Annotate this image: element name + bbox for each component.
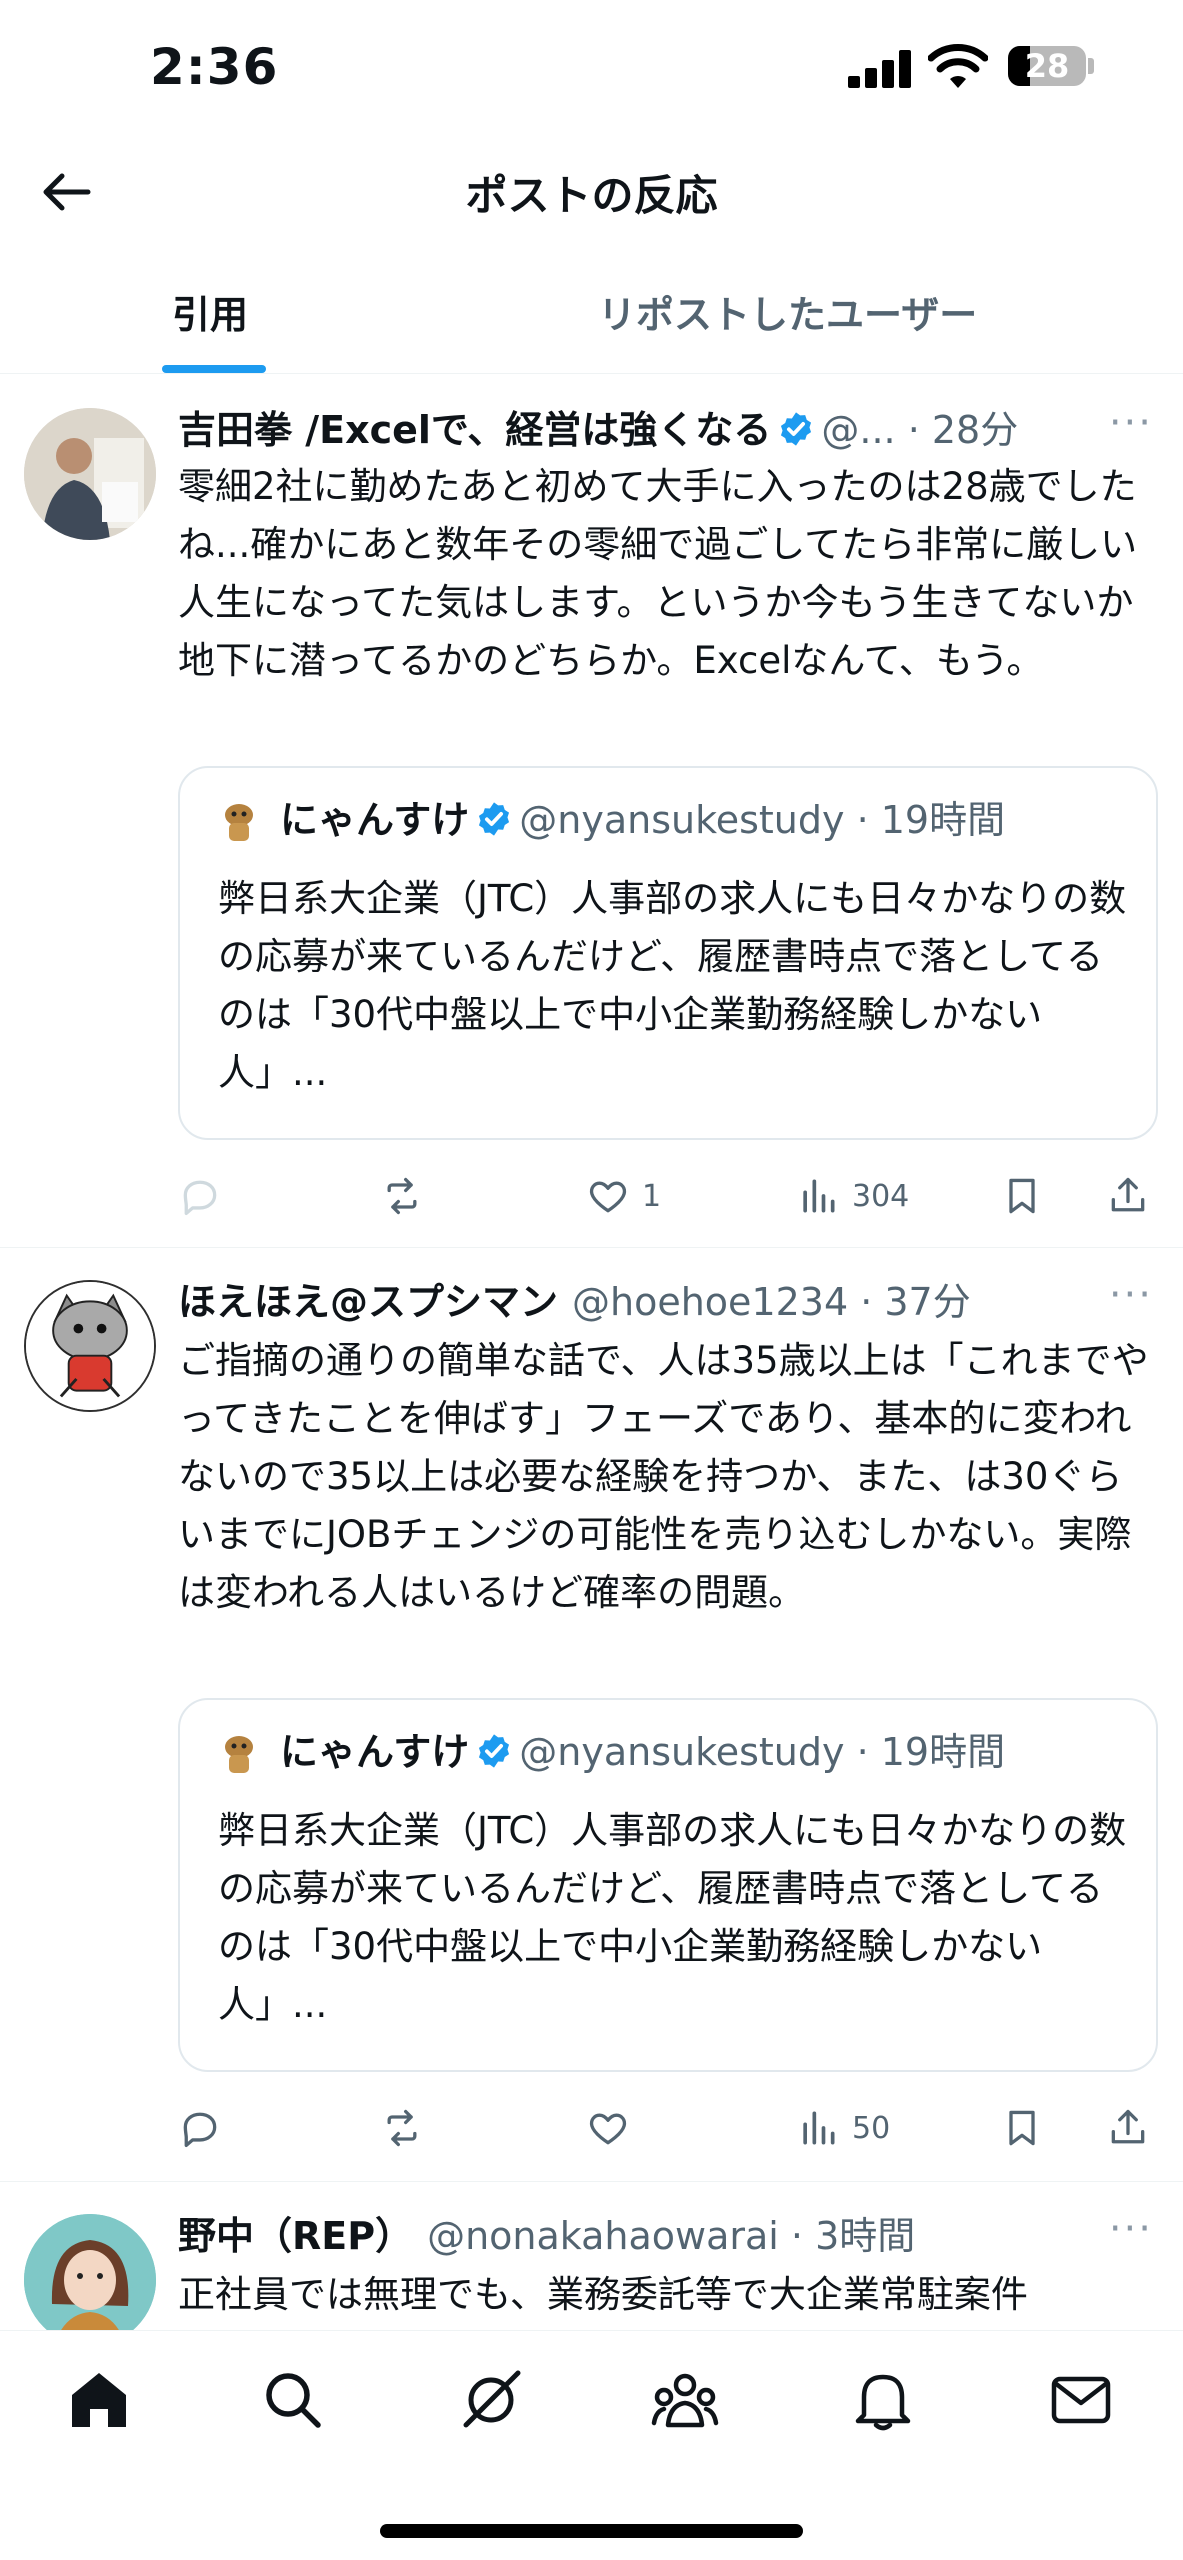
post[interactable]: ほえほえ@スプシマン @hoehoe1234 · 37分 ··· ご指摘の通りの簡… [0, 1248, 1183, 2182]
quoted-author-handle: @nyansukestudy · 19時間 [519, 1730, 1006, 1774]
bookmark-icon [1009, 1178, 1035, 1214]
quoted-author-name: にゃんすけ [280, 798, 470, 842]
repost-icon [387, 1177, 417, 1215]
like-button[interactable]: 1 [586, 1166, 661, 1226]
repost-icon [387, 2109, 417, 2147]
battery-icon: 28 [1008, 46, 1086, 86]
bookmark-button[interactable] [1000, 1166, 1044, 1226]
page-title: ポストの反応 [465, 171, 718, 220]
share-icon [1111, 2109, 1145, 2144]
post-header: 野中（REP） @nonakahaowarai · 3時間 [178, 2206, 915, 2266]
share-icon [1111, 1177, 1145, 1212]
bookmark-icon [1009, 2110, 1035, 2146]
views-button[interactable]: 304 [796, 1166, 909, 1226]
avatar[interactable] [24, 1280, 156, 1412]
repost-button[interactable] [380, 2098, 436, 2158]
author-handle: @hoehoe1234 · 37分 [572, 1280, 971, 1324]
quoted-avatar [216, 799, 262, 845]
communities-icon[interactable] [650, 2365, 720, 2435]
verified-badge-icon [479, 802, 510, 836]
tab-reposts[interactable]: リポストしたユーザー [598, 284, 977, 339]
grok-icon[interactable] [456, 2365, 526, 2435]
messages-icon[interactable] [1046, 2365, 1116, 2435]
post-actions: 50 [178, 2098, 1158, 2158]
wifi-icon [928, 44, 988, 88]
repost-button[interactable] [380, 1166, 436, 1226]
battery-cap [1088, 58, 1094, 74]
more-options-icon[interactable]: ··· [1109, 1272, 1153, 1318]
post-actions: 1 304 [178, 1166, 1158, 1226]
reply-icon [183, 1180, 217, 1216]
author-name[interactable]: 吉田拳 /Excelで、経営は強くなる [178, 408, 771, 452]
header: ポストの反応 [0, 140, 1183, 240]
post-header: 吉田拳 /Excelで、経営は強くなる @... · 28分 [178, 400, 1018, 460]
bookmark-button[interactable] [1000, 2098, 1044, 2158]
reply-button[interactable] [178, 2098, 234, 2158]
quoted-post[interactable]: にゃんすけ @nyansukestudy · 19時間 弊日系大企業（JTC）人事… [178, 766, 1158, 1140]
post[interactable]: 吉田拳 /Excelで、経営は強くなる @... · 28分 ··· 零細2社に勤… [0, 374, 1183, 1248]
quoted-avatar [216, 1731, 262, 1777]
heart-icon [589, 2113, 627, 2145]
avatar-illustration [26, 1282, 154, 1410]
post-text: 正社員では無理でも、業務委託等で大企業常駐案件 [178, 2273, 1028, 2316]
heart-icon [589, 1181, 627, 1213]
search-icon[interactable] [258, 2365, 328, 2435]
quoted-author-handle: @nyansukestudy · 19時間 [519, 798, 1006, 842]
quoted-text: 弊日系大企業（JTC）人事部の求人にも日々かなりの数の応募が来ているんだけど、履… [218, 1809, 1127, 2026]
post[interactable]: 野中（REP） @nonakahaowarai · 3時間 ··· 正社員では無理… [0, 2182, 1183, 2330]
avatar[interactable] [24, 2214, 156, 2330]
verified-badge-icon [781, 412, 812, 446]
tab-quotes[interactable]: 引用 [172, 284, 248, 339]
views-button[interactable]: 50 [796, 2098, 890, 2158]
author-handle: @... · 28分 [821, 408, 1019, 452]
avatar[interactable] [24, 408, 156, 540]
view-count: 50 [852, 2110, 891, 2146]
post-text: ご指摘の通りの簡単な話で、人は35歳以上は「これまでやってきたことを伸ばす」フェ… [178, 1339, 1149, 1614]
more-options-icon[interactable]: ··· [1109, 2206, 1153, 2252]
author-name[interactable]: ほえほえ@スプシマン [178, 1280, 558, 1324]
view-count: 304 [852, 1178, 910, 1214]
share-button[interactable] [1106, 2098, 1150, 2158]
like-count: 1 [642, 1178, 662, 1214]
quoted-text: 弊日系大企業（JTC）人事部の求人にも日々かなりの数の応募が来ているんだけど、履… [218, 877, 1127, 1094]
cellular-signal-icon [848, 50, 912, 88]
avatar-photo [24, 408, 156, 540]
reply-button[interactable] [178, 1166, 234, 1226]
quoted-author-name: にゃんすけ [280, 1730, 470, 1774]
quoted-header: にゃんすけ @nyansukestudy · 19時間 [216, 790, 1005, 850]
tab-active-indicator [162, 365, 266, 373]
home-indicator[interactable] [380, 2524, 803, 2538]
verified-badge-icon [479, 1734, 510, 1768]
tab-bar: 引用 リポストしたユーザー [0, 262, 1183, 374]
like-button[interactable] [586, 2098, 642, 2158]
battery-level: 28 [1024, 47, 1070, 85]
post-text: 零細2社に勤めたあと初めて大手に入ったのは28歳でしたね...確かにあと数年その… [178, 465, 1138, 682]
reply-icon [183, 2112, 217, 2148]
notifications-icon[interactable] [848, 2365, 918, 2435]
quoted-header: にゃんすけ @nyansukestudy · 19時間 [216, 1722, 1005, 1782]
post-header: ほえほえ@スプシマン @hoehoe1234 · 37分 [178, 1272, 971, 1332]
share-button[interactable] [1106, 1166, 1150, 1226]
author-handle: @nonakahaowarai · 3時間 [427, 2214, 916, 2258]
status-time: 2:36 [150, 38, 279, 96]
views-icon [803, 1179, 835, 1213]
more-options-icon[interactable]: ··· [1109, 400, 1153, 446]
avatar-illustration [24, 2214, 156, 2330]
status-bar: 2:36 28 [0, 0, 1183, 140]
views-icon [803, 2111, 835, 2145]
quoted-post[interactable]: にゃんすけ @nyansukestudy · 19時間 弊日系大企業（JTC）人事… [178, 1698, 1158, 2072]
home-icon[interactable] [64, 2365, 134, 2435]
author-name[interactable]: 野中（REP） [178, 2214, 413, 2258]
